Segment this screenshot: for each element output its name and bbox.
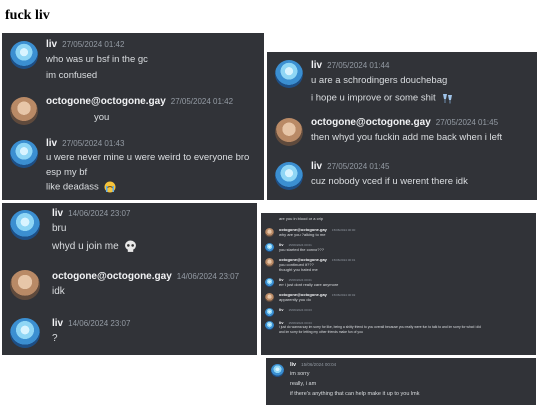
message-text: im confused: [46, 70, 98, 81]
message-text: i hope u improve or some shit: [311, 92, 453, 104]
avatar: [265, 243, 274, 252]
message-text: if there's anything that can help make i…: [290, 391, 420, 397]
avatar: [265, 321, 274, 330]
author-name: octogone@octogone.gay 27/05/2024 01:45: [311, 117, 499, 128]
avatar: [10, 97, 38, 125]
message-text: thought you hated me: [279, 267, 318, 272]
message-text: u are a schrodingers douchebag: [311, 75, 448, 86]
timestamp: 27/05/2024 01:43: [62, 139, 125, 148]
timestamp: 15/06/2024 00:03: [288, 308, 312, 312]
message-text: really, i am: [290, 381, 317, 387]
avatar: [271, 364, 284, 377]
message-text: im sorry: [290, 371, 310, 377]
avatar: [275, 118, 303, 146]
author-name: liv 14/06/2024 23:07: [52, 318, 131, 329]
chat-screenshot-3: liv 14/06/2024 23:07 bru whyd u join me o…: [2, 203, 257, 355]
avatar: [265, 278, 274, 287]
avatar: [275, 162, 303, 190]
author-name: liv 15/06/2024 00:04: [290, 362, 337, 368]
timestamp: 15/06/2024 00:04: [301, 362, 337, 367]
message-text: cuz nobody vced if u werent there idk: [311, 176, 468, 187]
timestamp: 15/06/2024 00:00: [331, 228, 356, 232]
author-name: liv 15/06/2024 00:03: [279, 307, 312, 312]
message-text: and im sorry for letting my other friend…: [279, 330, 363, 334]
timestamp: 15/06/2024 00:01: [331, 258, 356, 262]
timestamp: 15/06/2024 00:02: [331, 293, 356, 297]
avatar: [265, 308, 274, 317]
message-text: why are you ?alking to me: [279, 232, 326, 237]
avatar: [10, 270, 40, 300]
message-text: u were never mine u were weird to everyo…: [46, 152, 250, 163]
author-name: liv 27/05/2024 01:45: [311, 161, 390, 172]
avatar: [265, 293, 274, 302]
avatar: [265, 258, 274, 267]
avatar: [275, 60, 303, 88]
message-text: like deadass: [46, 181, 116, 193]
author-name: liv 14/06/2024 23:07: [52, 208, 131, 219]
timestamp: 27/05/2024 01:44: [327, 61, 390, 70]
message-text: are you in blood or a crip: [279, 216, 324, 221]
message-text: err i just dont really care anymore: [279, 282, 339, 287]
avatar: [10, 210, 40, 240]
message-text: i just do wanna say im sorry for like, b…: [279, 325, 481, 329]
chat-screenshot-5: liv 15/06/2024 00:04 im sorry really, i a…: [266, 358, 536, 405]
author-name: liv 27/05/2024 01:42: [46, 39, 125, 50]
page-title: fuck liv: [5, 8, 50, 23]
message-text: ?: [52, 333, 58, 344]
message-text: who was ur bsf in the gc: [46, 54, 148, 65]
avatar: [10, 318, 40, 348]
timestamp: 27/05/2024 01:42: [170, 97, 234, 106]
message-text: you started the convo???: [279, 247, 324, 252]
message-text: you: [94, 112, 110, 123]
sob-emoji-icon: [104, 181, 116, 193]
message-text: apparently you do: [279, 297, 311, 302]
timestamp: 14/06/2024 23:07: [68, 319, 131, 328]
message-text: then whyd you fuckin add me back when i …: [311, 132, 503, 143]
author-name: octogone@octogone.gay 27/05/2024 01:42: [46, 96, 234, 107]
cheers-emoji-icon: [443, 94, 453, 104]
skull-emoji-icon: [125, 240, 137, 252]
chat-screenshot-1: liv 27/05/2024 01:42 who was ur bsf in th…: [2, 33, 264, 200]
timestamp: 14/06/2024 23:07: [176, 272, 240, 281]
author-name: liv 27/05/2024 01:44: [311, 60, 390, 71]
author-name: octogone@octogone.gay 14/06/2024 23:07: [52, 271, 240, 282]
timestamp: 27/05/2024 01:45: [435, 118, 499, 127]
timestamp: 27/05/2024 01:45: [327, 162, 390, 171]
chat-screenshot-4: are you in blood or a crip octogone@octo…: [261, 213, 536, 355]
author-name: liv 27/05/2024 01:43: [46, 138, 125, 149]
message-text: bru: [52, 223, 67, 234]
message-text: idk: [52, 286, 65, 297]
message-text: esp my bf: [46, 167, 88, 178]
timestamp: 27/05/2024 01:42: [62, 40, 125, 49]
avatar: [10, 140, 38, 168]
avatar: [265, 228, 274, 237]
chat-screenshot-2: liv 27/05/2024 01:44 u are a schrodingers…: [267, 52, 537, 200]
avatar: [10, 41, 38, 69]
timestamp: 14/06/2024 23:07: [68, 209, 131, 218]
message-text: whyd u join me: [52, 240, 137, 253]
